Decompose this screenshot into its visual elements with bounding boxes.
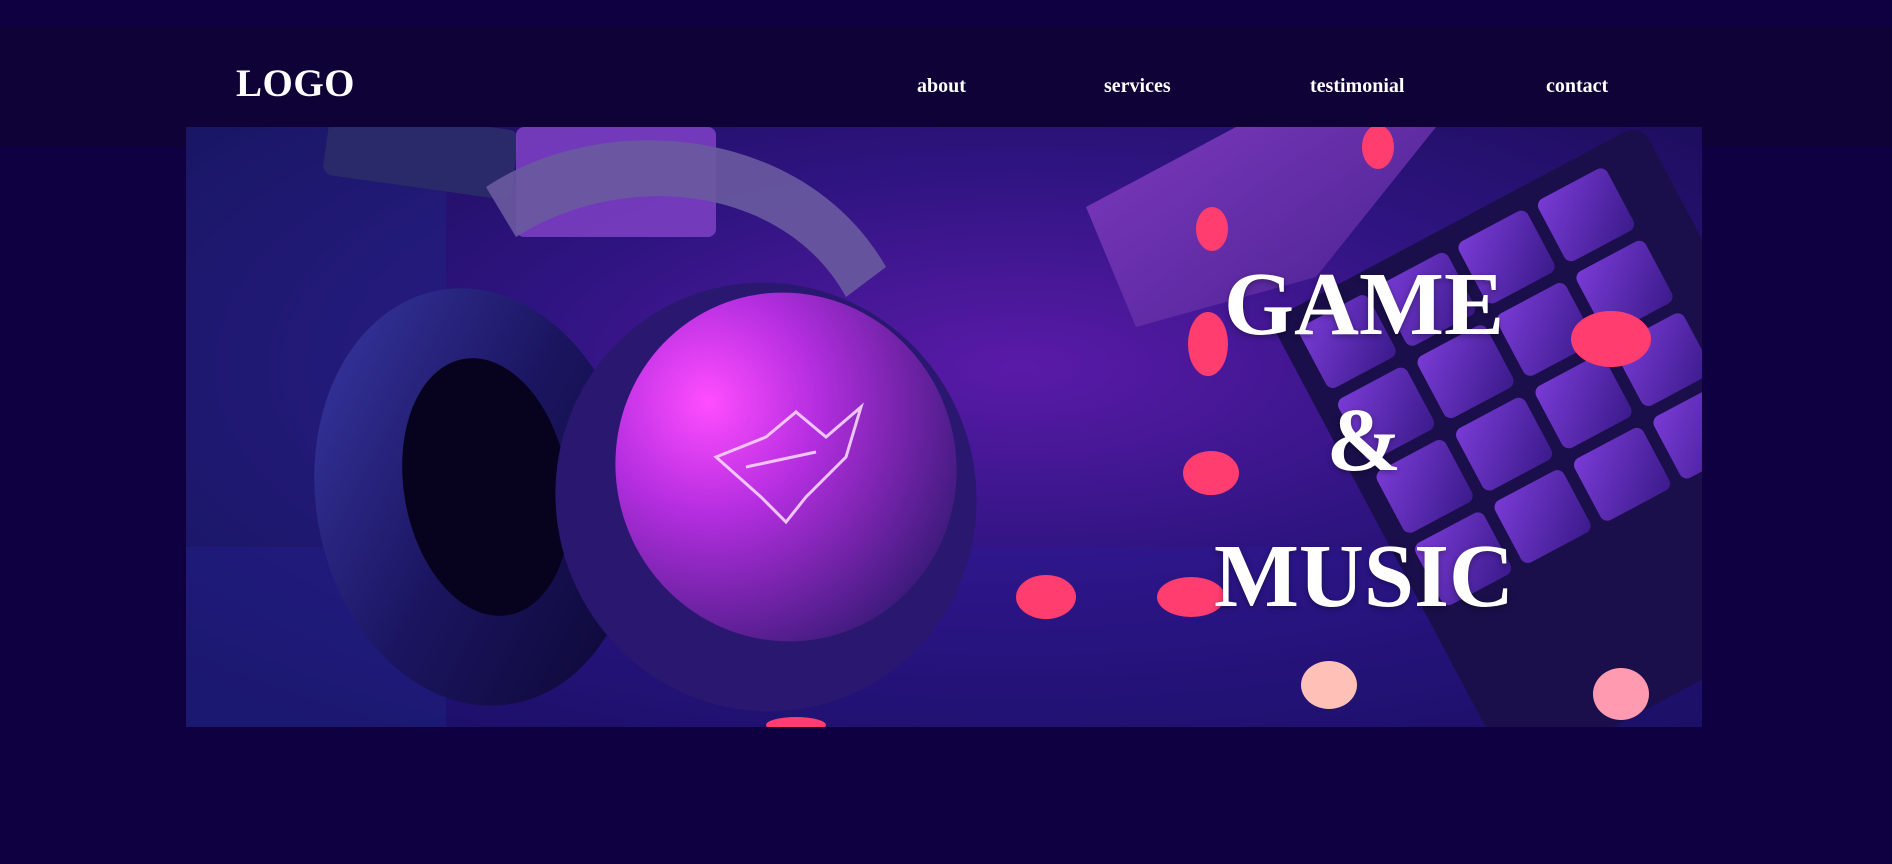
hero-banner: GAME & MUSIC [186, 127, 1702, 727]
nav-link-services[interactable]: services [1104, 75, 1171, 98]
hero-title-line-2: & [1326, 391, 1402, 490]
hero-title-line-3: MUSIC [1213, 527, 1514, 626]
nav-link-testimonial[interactable]: testimonial [1310, 75, 1404, 98]
hero-title: GAME & MUSIC [1184, 237, 1544, 645]
nav-link-about[interactable]: about [917, 75, 966, 98]
hero-title-line-1: GAME [1224, 255, 1504, 354]
main-nav: about services testimonial contact [0, 75, 1892, 105]
nav-link-contact[interactable]: contact [1546, 75, 1608, 98]
